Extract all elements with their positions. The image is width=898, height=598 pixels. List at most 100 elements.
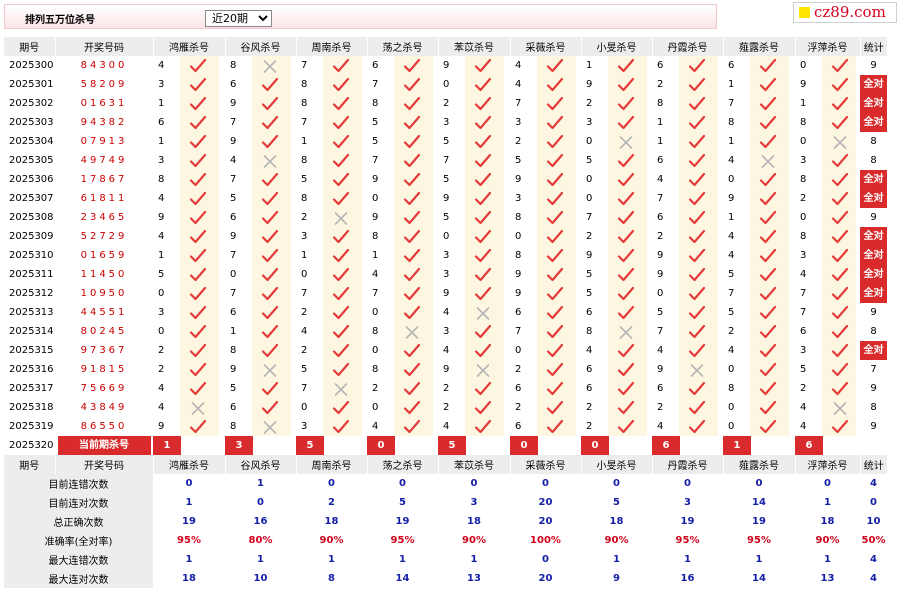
- check-icon: [252, 189, 291, 208]
- kill-value-cell: 8: [795, 227, 860, 246]
- stat-cell: 全对: [860, 341, 887, 360]
- kill-value: 9: [586, 79, 593, 90]
- kill-value: 2: [301, 212, 308, 223]
- kill-value: 3: [800, 250, 807, 261]
- kill-value: 0: [372, 307, 379, 318]
- kill-value: 2: [515, 364, 522, 375]
- kill-value: 2: [158, 364, 165, 375]
- check-icon: [180, 208, 219, 227]
- check-icon: [323, 341, 362, 360]
- summary-value: 1: [257, 478, 264, 489]
- kill-value-cell: 9: [153, 208, 225, 227]
- kill-value: 3: [158, 155, 165, 166]
- kill-value: 6: [586, 364, 593, 375]
- kill-value: 0: [372, 402, 379, 413]
- kill-value: 1: [372, 250, 379, 261]
- check-icon: [537, 113, 576, 132]
- kill-value-cell: 0: [510, 227, 581, 246]
- summary-value: 90%: [604, 535, 629, 546]
- check-icon: [750, 379, 789, 398]
- check-icon: [537, 341, 576, 360]
- stat-cell: [860, 436, 887, 455]
- kill-value-cell: 4: [795, 417, 860, 436]
- check-icon: [679, 284, 718, 303]
- kill-value: 6: [657, 383, 664, 394]
- kill-value-cell: 0: [367, 303, 438, 322]
- stat-cell: 9: [870, 60, 877, 71]
- check-icon: [537, 303, 576, 322]
- check-icon: [394, 227, 433, 246]
- expert-column-header: 小旻杀号: [581, 37, 653, 56]
- draw-number-cell: 01659: [80, 250, 128, 261]
- kill-value-cell: 5: [581, 151, 652, 170]
- kill-value: 0: [586, 174, 593, 185]
- kill-value: 8: [301, 193, 308, 204]
- summary-value: 19: [752, 516, 766, 527]
- check-icon: [394, 208, 433, 227]
- kill-value-cell: 3: [438, 246, 510, 265]
- site-logo[interactable]: cz89.com: [793, 2, 897, 23]
- check-icon: [750, 417, 789, 436]
- kill-value-cell: 0: [153, 284, 225, 303]
- kill-value-cell: 5: [367, 132, 438, 151]
- check-icon: [180, 113, 219, 132]
- kill-value-cell: 6: [510, 303, 581, 322]
- cross-icon: [608, 132, 647, 151]
- summary-value: 0: [613, 478, 620, 489]
- kill-value-cell: 8: [296, 75, 367, 94]
- expert-column-header: 丹霞杀号: [652, 37, 724, 56]
- kill-value: 2: [301, 307, 308, 318]
- kill-value-cell: 2: [581, 94, 652, 113]
- draw-number-cell: 17867: [80, 174, 128, 185]
- kill-value-cell: 3: [510, 113, 581, 132]
- kill-value-cell: 1: [652, 132, 723, 151]
- kill-value: 1: [158, 250, 165, 261]
- kill-value: 2: [586, 421, 593, 432]
- kill-value: 1: [657, 117, 664, 128]
- kill-value: 1: [586, 60, 593, 71]
- period-select[interactable]: 近20期: [205, 10, 272, 27]
- current-kill-cell: 5: [296, 436, 367, 455]
- expert-column-header: 鸿雁杀号: [153, 37, 226, 56]
- kill-value-cell: 0: [367, 398, 438, 417]
- check-icon: [394, 360, 433, 379]
- kill-value: 4: [515, 79, 522, 90]
- kill-value: 8: [657, 98, 664, 109]
- current-kill-label: 当前期杀号: [57, 436, 151, 455]
- table-row: 2025313 44551 3 6 2 0 4 6 6 5 5 7 9: [4, 303, 887, 322]
- kill-value: 2: [301, 345, 308, 356]
- kill-value: 4: [657, 174, 664, 185]
- kill-value: 9: [372, 174, 379, 185]
- table-row: 2025302 01631 1 9 8 8 2 7 2 8 7 1 全对: [4, 94, 887, 113]
- kill-value-cell: 0: [795, 208, 860, 227]
- check-icon: [394, 417, 433, 436]
- stat-cell: 9: [870, 383, 877, 394]
- stat-cell: 全对: [860, 227, 887, 246]
- kill-value: 8: [515, 250, 522, 261]
- kill-value: 1: [301, 136, 308, 147]
- kill-value: 0: [800, 136, 807, 147]
- check-icon: [252, 265, 291, 284]
- check-icon: [252, 94, 291, 113]
- check-icon: [537, 322, 576, 341]
- kill-value-cell: 9: [367, 208, 438, 227]
- check-icon: [679, 208, 718, 227]
- kill-value-cell: 7: [367, 284, 438, 303]
- draw-number-cell: 10950: [80, 288, 128, 299]
- kill-value: 8: [158, 174, 165, 185]
- kill-value: 0: [728, 421, 735, 432]
- check-icon: [394, 56, 433, 75]
- summary-row: 总正确次数 19 16 18 19 18 20 18 19 19 18 10: [4, 512, 887, 531]
- kill-value: 8: [301, 79, 308, 90]
- draw-number-cell: 86550: [80, 421, 128, 432]
- kill-value-cell: 9: [510, 265, 581, 284]
- period-cell: 2025301: [9, 79, 54, 90]
- kill-value-cell: 5: [723, 303, 795, 322]
- kill-value: 2: [372, 383, 379, 394]
- kill-value-cell: 6: [510, 417, 581, 436]
- kill-value-cell: 4: [153, 379, 225, 398]
- table-row: 2025315 97367 2 8 2 0 4 0 4 4 4 3 全对: [4, 341, 887, 360]
- kill-value-cell: 9: [723, 189, 795, 208]
- kill-value-cell: 1: [153, 132, 225, 151]
- check-icon: [323, 75, 362, 94]
